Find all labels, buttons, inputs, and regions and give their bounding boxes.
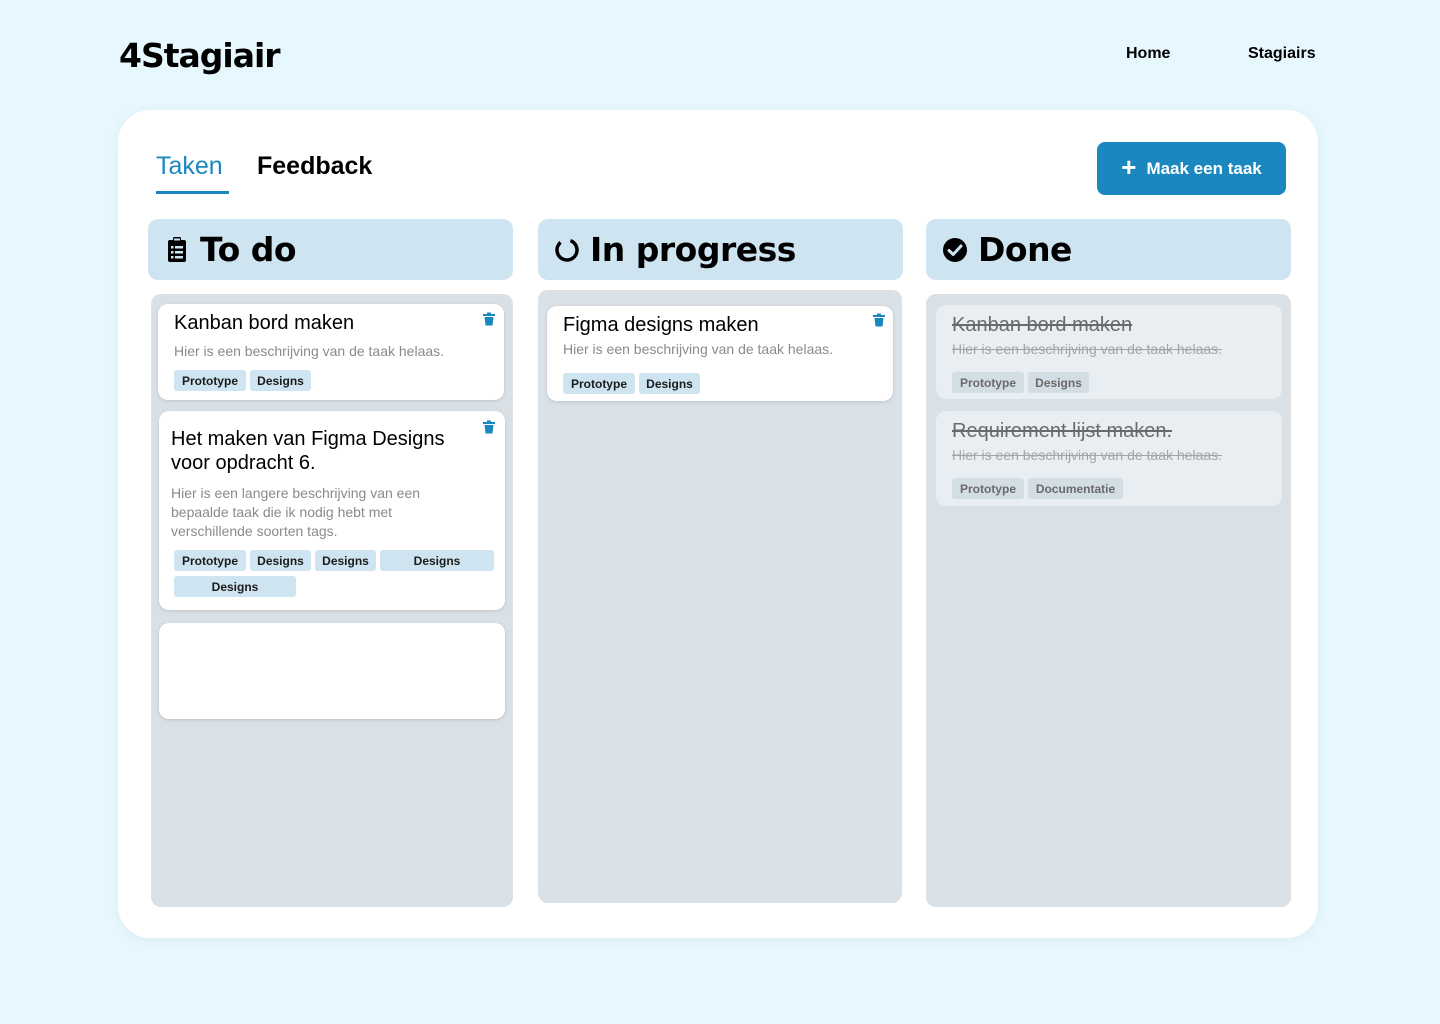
trash-icon[interactable] [872, 313, 886, 327]
column-header-done: Done [926, 219, 1291, 280]
column-progress: Figma designs maken Hier is een beschrij… [538, 290, 902, 903]
empty-task-card[interactable] [159, 623, 505, 719]
tag: Prototype [952, 372, 1024, 393]
trash-icon[interactable] [482, 420, 496, 434]
tag: Designs [639, 373, 700, 394]
clipboard-icon [164, 236, 190, 263]
tab-taken[interactable]: Taken [156, 152, 229, 194]
trash-icon[interactable] [482, 312, 496, 326]
plus-icon: + [1121, 152, 1137, 182]
task-card-done[interactable]: Kanban bord maken Hier is een beschrijvi… [936, 305, 1282, 399]
column-title-done: Done [978, 230, 1072, 269]
column-done: Kanban bord maken Hier is een beschrijvi… [926, 294, 1291, 907]
tag: Designs [380, 550, 494, 571]
tag: Designs [1028, 372, 1089, 393]
column-title-todo: To do [200, 230, 297, 269]
column-header-todo: To do [148, 219, 513, 280]
nav-home[interactable]: Home [1126, 45, 1170, 63]
column-todo: Kanban bord maken Hier is een beschrijvi… [151, 294, 513, 907]
new-task-button[interactable]: + Maak een taak [1097, 142, 1286, 195]
task-title: Figma designs maken [563, 314, 759, 336]
task-title: Requirement lijst maken. [952, 420, 1173, 442]
task-card[interactable]: Kanban bord maken Hier is een beschrijvi… [158, 304, 504, 400]
tab-feedback[interactable]: Feedback [257, 152, 372, 191]
task-card[interactable]: Het maken van Figma Designs voor opdrach… [159, 411, 505, 610]
task-description: Hier is een langere beschrijving van een… [171, 485, 421, 539]
task-description: Hier is een beschrijving van de taak hel… [174, 343, 445, 359]
task-card-done[interactable]: Requirement lijst maken. Hier is een bes… [936, 411, 1282, 506]
check-circle-icon [942, 237, 968, 263]
tag: Documentatie [1028, 478, 1123, 499]
tag: Prototype [952, 478, 1024, 499]
new-task-label: Maak een taak [1146, 158, 1262, 178]
tag: Designs [250, 550, 311, 571]
tag: Prototype [174, 550, 246, 571]
task-board: Taken Feedback + Maak een taak To do In … [118, 110, 1318, 938]
task-description: Hier is een beschrijving van de taak hel… [952, 341, 1223, 357]
tag: Designs [250, 370, 311, 391]
task-title: Het maken van Figma Designs voor opdrach… [171, 428, 445, 474]
task-title: Kanban bord maken [952, 314, 1133, 336]
task-description: Hier is een beschrijving van de taak hel… [563, 341, 834, 357]
tag: Designs [174, 576, 296, 597]
column-header-progress: In progress [538, 219, 903, 280]
spinner-icon [554, 237, 580, 263]
task-title: Kanban bord maken [174, 312, 355, 334]
tag: Prototype [563, 373, 635, 394]
nav-stagiairs[interactable]: Stagiairs [1248, 45, 1316, 63]
task-card[interactable]: Figma designs maken Hier is een beschrij… [547, 306, 893, 401]
tag: Designs [315, 550, 376, 571]
logo[interactable]: 4Stagiair [119, 36, 281, 75]
tag: Prototype [174, 370, 246, 391]
task-description: Hier is een beschrijving van de taak hel… [952, 447, 1223, 463]
column-title-progress: In progress [590, 230, 796, 269]
